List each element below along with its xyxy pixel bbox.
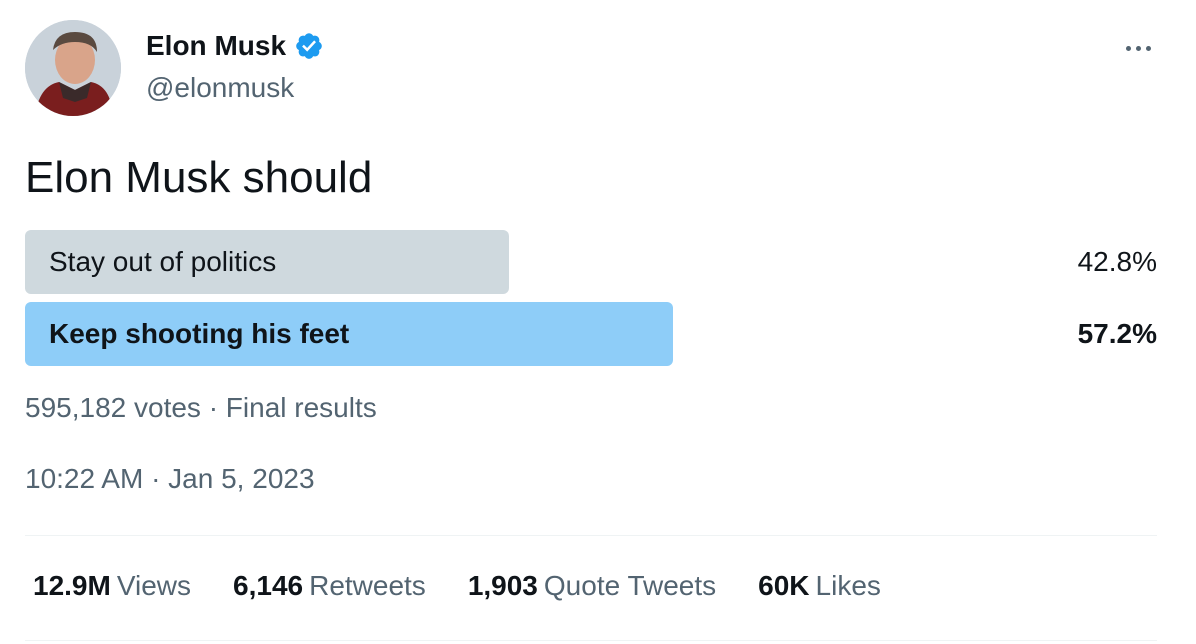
avatar[interactable] — [25, 20, 121, 116]
poll-option-keep-shooting-his-feet: Keep shooting his feet 57.2% — [25, 302, 1157, 366]
tweet-card: Elon Musk @elonmusk Elon Musk should Sta… — [0, 0, 1196, 644]
more-options-icon-dot — [1145, 45, 1151, 51]
divider — [25, 640, 1157, 641]
poll-results-summary: 595,182 votes · Final results — [25, 392, 377, 423]
stat-value: 12.9M — [33, 570, 111, 601]
stat-retweets[interactable]: 6,146 Retweets — [233, 570, 426, 602]
tweet-text: Elon Musk should — [25, 153, 373, 202]
more-options-button[interactable] — [1118, 28, 1158, 68]
poll-option-percent: 42.8% — [1077, 246, 1157, 277]
author-name-text: Elon Musk — [146, 30, 287, 61]
stat-label: Quote Tweets — [543, 570, 717, 601]
divider — [25, 535, 1157, 536]
stat-quote-tweets[interactable]: 1,903 Quote Tweets — [468, 570, 716, 602]
poll-option-percent: 57.2% — [1077, 318, 1157, 349]
tweet-timestamp[interactable]: 10:22 AM · Jan 5, 2023 — [25, 463, 315, 495]
poll: Stay out of politics 42.8% Keep shooting… — [25, 230, 1157, 374]
stat-value: 60K — [758, 570, 810, 601]
stat-label: Retweets — [309, 570, 426, 601]
author-handle[interactable]: @elonmusk — [146, 72, 294, 104]
more-options-icon — [1125, 45, 1131, 51]
poll-option-label: Keep shooting his feet — [49, 318, 350, 349]
verified-badge-icon — [294, 31, 324, 61]
stat-value: 1,903 — [467, 570, 538, 601]
tweet-stats: 12.9M Views 6,146 Retweets 1,903 Quote Twee… — [33, 570, 923, 602]
stat-label: Likes — [815, 570, 881, 601]
stat-label: Views — [116, 570, 192, 601]
stat-value: 6,146 — [233, 570, 304, 601]
stat-likes[interactable]: 60K Likes — [758, 570, 881, 602]
poll-option-label: Stay out of politics — [49, 246, 277, 277]
avatar-image — [25, 20, 121, 116]
more-options-icon-dot — [1135, 45, 1141, 51]
stat-views[interactable]: 12.9M Views — [33, 570, 191, 602]
poll-option-stay-out-of-politics: Stay out of politics 42.8% — [25, 230, 1157, 294]
author-name[interactable]: Elon Musk — [146, 30, 324, 62]
